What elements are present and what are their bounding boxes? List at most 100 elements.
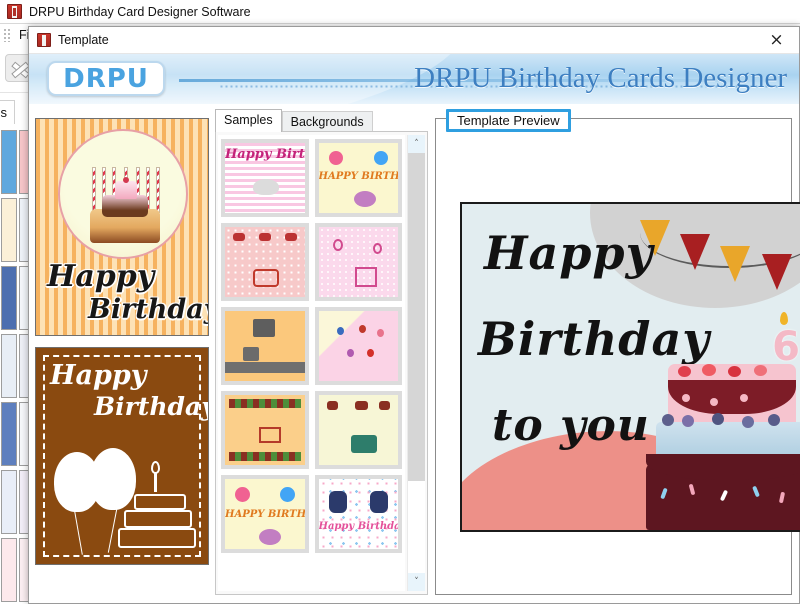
sprinkle-icon [720,490,728,502]
decoration-icon [327,401,338,410]
featured-cards-column: Happy Birthday Happy Birthday [35,118,209,595]
app-thumb[interactable] [1,334,17,398]
cake-bottom-tier [646,464,800,530]
preview-card-happy-birthday-to-you[interactable]: Happy Birthday to you 6 [460,202,800,532]
thumb-label: HAPPY BIRTHDAY [225,509,305,520]
samples-panel: Samples Backgrounds Happy Birthday [215,110,428,595]
blueberry-icon [682,415,694,427]
blueberry-icon [662,414,674,426]
thumb-pink-diagonal-balloons[interactable] [315,307,403,385]
balloon-icon [373,243,382,254]
decoration-icon [379,401,390,410]
character-icon [329,491,347,513]
tab-panel: Happy Birthday HAPPY BIRTHDAY [215,131,428,595]
featured-card-line1: Happy [47,259,154,294]
decoration-icon [259,233,271,241]
chevron-down-icon[interactable]: ˅ [408,573,425,591]
thumb-label: HAPPY BIRTHDAY [319,171,399,182]
cake-illustration: 6 [646,354,800,530]
thumbnail-scrollbar[interactable]: ˄ ˅ [407,135,425,591]
cake-icon [355,267,377,287]
drpu-app-icon [37,33,51,47]
thumb-cream-cake-sparkles[interactable] [315,391,403,469]
drpu-logo-text: DRPU [63,64,149,94]
flowers-icon [354,191,376,207]
thumb-label: Happy Birthday [225,147,305,162]
flowers-icon [259,529,281,545]
app-thumb[interactable] [1,470,17,534]
thumb-pink-dots-cake[interactable] [315,223,403,301]
chevron-up-icon[interactable]: ˄ [408,135,425,153]
template-preview-group: Template Preview Happy Birthday to you 6 [435,118,792,595]
app-tab-backgrounds[interactable]: nds [0,100,15,124]
candles-icon [253,319,275,337]
thumb-pink-stripes-happy-birthday[interactable]: Happy Birthday [221,139,309,217]
menu-grip-handle[interactable] [3,28,12,42]
footer-band [225,362,305,373]
balloon-icon [359,325,366,333]
thumb-cream-balloons-banner[interactable]: HAPPY BIRTHDAY [315,139,403,217]
decoration-icon [285,233,297,241]
sprinkle-icon [740,394,748,402]
decoration-icon [355,401,368,410]
sprinkle-icon [660,488,668,500]
scrollbar-track[interactable] [408,153,425,573]
balloon-icon [235,487,250,502]
cake-icon [259,427,281,443]
cake-bottom-tier [118,528,196,548]
decoration-icon [233,233,245,241]
berry-icon [678,366,691,377]
dialog-banner: DRPU DRPU Birthday Cards Designer [29,54,799,104]
thumb-label: Happy Birthday [319,521,399,532]
dialog-titlebar: Template × [29,27,799,54]
preview-line3: to you [492,400,650,451]
balloon-icon [374,151,388,165]
berry-icon [728,366,741,377]
app-thumb[interactable] [1,198,17,262]
cake-icon [253,269,279,287]
app-thumb[interactable] [1,266,17,330]
dialog-title: Template [58,33,109,47]
blueberry-icon [742,416,754,428]
dialog-body: Happy Birthday Happy Birthday [29,104,799,603]
berry-icon [702,364,716,376]
thumb-orange-garland-cake[interactable] [221,391,309,469]
sprinkle-icon [710,398,718,406]
template-preview-legend: Template Preview [446,109,571,132]
tab-backgrounds[interactable]: Backgrounds [282,111,373,133]
featured-card-brown-balloons[interactable]: Happy Birthday [35,347,209,565]
balloon-icon [337,327,344,335]
chocolate-drip [646,454,800,480]
balloon-icon [347,349,354,357]
application-title: DRPU Birthday Card Designer Software [29,5,251,19]
thumb-mouse-confetti-happy-birthday[interactable]: Happy Birthday [315,475,403,553]
app-thumb[interactable] [1,130,17,194]
close-icon[interactable]: × [754,27,799,54]
app-thumb[interactable] [1,538,17,602]
cake-icon [351,435,377,453]
thumb-pink-confetti-cake[interactable] [221,223,309,301]
cake-icon [118,472,196,548]
blueberry-icon [768,414,780,426]
scrollbar-thumb[interactable] [408,153,425,481]
garland-icon [229,452,301,461]
cake-top-tier [134,494,186,510]
gift-icon [243,347,259,361]
balloon-icon [333,239,343,251]
thumbnail-scroll-area[interactable]: Happy Birthday HAPPY BIRTHDAY [218,135,405,591]
thumb-orange-gift-candles[interactable] [221,307,309,385]
cake-middle-tier [124,510,192,528]
character-icon [370,491,388,513]
sprinkle-icon [689,484,696,496]
balloon-icon [367,349,374,357]
drpu-logo: DRPU [47,61,165,96]
application-titlebar: DRPU Birthday Card Designer Software [0,0,800,24]
thumbnail-grid: Happy Birthday HAPPY BIRTHDAY [218,135,405,557]
featured-card-striped-cake[interactable]: Happy Birthday [35,118,209,336]
balloon-icon [329,151,343,165]
thumb-cream-balloons-happy-birthday[interactable]: HAPPY BIRTHDAY [221,475,309,553]
tab-samples[interactable]: Samples [215,109,282,132]
blueberry-icon [712,413,724,425]
app-thumb[interactable] [1,402,17,466]
tabstrip: Samples Backgrounds [215,110,428,132]
